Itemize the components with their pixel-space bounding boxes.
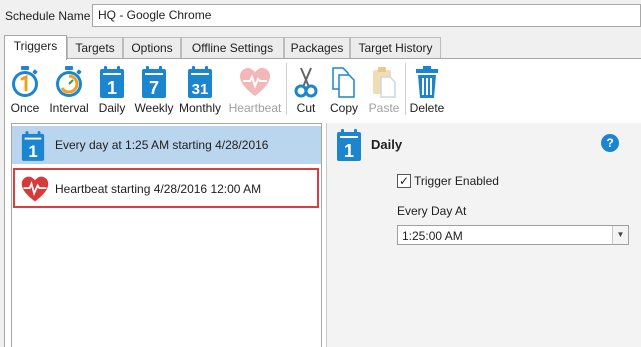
- stopwatch-once-icon: [12, 66, 38, 97]
- highlight-box: [13, 168, 319, 208]
- trigger-list[interactable]: 1 Every day at 1:25 AM starting 4/28/201…: [11, 123, 322, 347]
- trigger-item-label: Every day at 1:25 AM starting 4/28/2016: [55, 138, 269, 152]
- heartbeat-label: Heartbeat: [228, 101, 282, 115]
- tab-target-history[interactable]: Target History: [350, 37, 441, 58]
- monthly-button[interactable]: 31 Monthly: [177, 65, 223, 117]
- trigger-enabled-label: Trigger Enabled: [414, 174, 499, 188]
- paste-label: Paste: [368, 101, 400, 115]
- triggers-body: 1 Every day at 1:25 AM starting 4/28/201…: [5, 121, 641, 347]
- help-icon[interactable]: ?: [601, 134, 619, 152]
- trash-icon: [416, 66, 438, 98]
- heartbeat-button[interactable]: Heartbeat: [227, 65, 283, 117]
- tab-options[interactable]: Options: [123, 37, 181, 58]
- interval-button[interactable]: Interval: [47, 65, 91, 117]
- trigger-icon-number: 1: [28, 142, 37, 161]
- copy-button[interactable]: Copy: [327, 65, 361, 117]
- schedule-name-label: Schedule Name: [5, 9, 91, 23]
- delete-button[interactable]: Delete: [409, 65, 445, 117]
- monthly-calendar-icon: 31: [188, 66, 212, 98]
- monthly-label: Monthly: [178, 101, 222, 115]
- once-button[interactable]: Once: [9, 65, 41, 117]
- toolbar-separator: [405, 63, 406, 115]
- copy-icon: [332, 67, 355, 98]
- daily-calendar-icon: 1: [100, 66, 124, 98]
- daily-button[interactable]: 1 Daily: [95, 65, 129, 117]
- detail-icon-number: 1: [344, 141, 354, 161]
- time-select[interactable]: 1:25:00 AM ▼: [397, 225, 629, 245]
- cut-button[interactable]: Cut: [291, 65, 321, 117]
- schedule-name-input[interactable]: HQ - Google Chrome: [92, 4, 641, 27]
- time-value: 1:25:00 AM: [402, 229, 463, 243]
- trigger-enabled-checkbox[interactable]: ✓: [397, 174, 411, 188]
- weekly-label: Weekly: [134, 101, 174, 115]
- detail-title: Daily: [371, 137, 403, 152]
- delete-label: Delete: [409, 101, 445, 115]
- interval-label: Interval: [49, 101, 89, 115]
- paste-icon: [373, 67, 396, 98]
- tab-targets[interactable]: Targets: [67, 37, 123, 58]
- heartbeat-icon: [240, 68, 270, 96]
- paste-button[interactable]: Paste: [367, 65, 401, 117]
- tab-packages[interactable]: Packages: [284, 37, 350, 58]
- toolbar-separator: [286, 63, 287, 115]
- tab-triggers[interactable]: Triggers: [4, 35, 67, 60]
- daily-icon-number: 1: [107, 78, 117, 98]
- copy-label: Copy: [329, 101, 358, 115]
- monthly-icon-number: 31: [192, 81, 209, 98]
- daily-calendar-icon: 1: [21, 131, 45, 161]
- once-label: Once: [10, 101, 40, 115]
- tab-offline-settings[interactable]: Offline Settings: [181, 37, 284, 58]
- every-day-at-label: Every Day At: [397, 204, 467, 218]
- daily-calendar-icon: 1: [337, 129, 361, 161]
- daily-label: Daily: [98, 101, 126, 115]
- weekly-calendar-icon: 7: [142, 66, 166, 98]
- chevron-down-icon[interactable]: ▼: [612, 226, 628, 244]
- scissors-icon: [294, 67, 318, 98]
- schedule-name-row: Schedule Name HQ - Google Chrome: [0, 0, 641, 31]
- weekly-icon-number: 7: [149, 78, 159, 98]
- weekly-button[interactable]: 7 Weekly: [133, 65, 175, 117]
- trigger-detail-pane: 1 Daily ? ✓ Trigger Enabled Every Day At…: [326, 123, 641, 347]
- toolbar: Once Interval 1 Daily 7 Weekly 31 Monthl…: [5, 59, 641, 121]
- stopwatch-interval-icon: [56, 66, 82, 97]
- trigger-item-daily[interactable]: 1 Every day at 1:25 AM starting 4/28/201…: [12, 126, 321, 164]
- triggers-panel: Once Interval 1 Daily 7 Weekly 31 Monthl…: [4, 58, 641, 347]
- cut-label: Cut: [296, 101, 316, 115]
